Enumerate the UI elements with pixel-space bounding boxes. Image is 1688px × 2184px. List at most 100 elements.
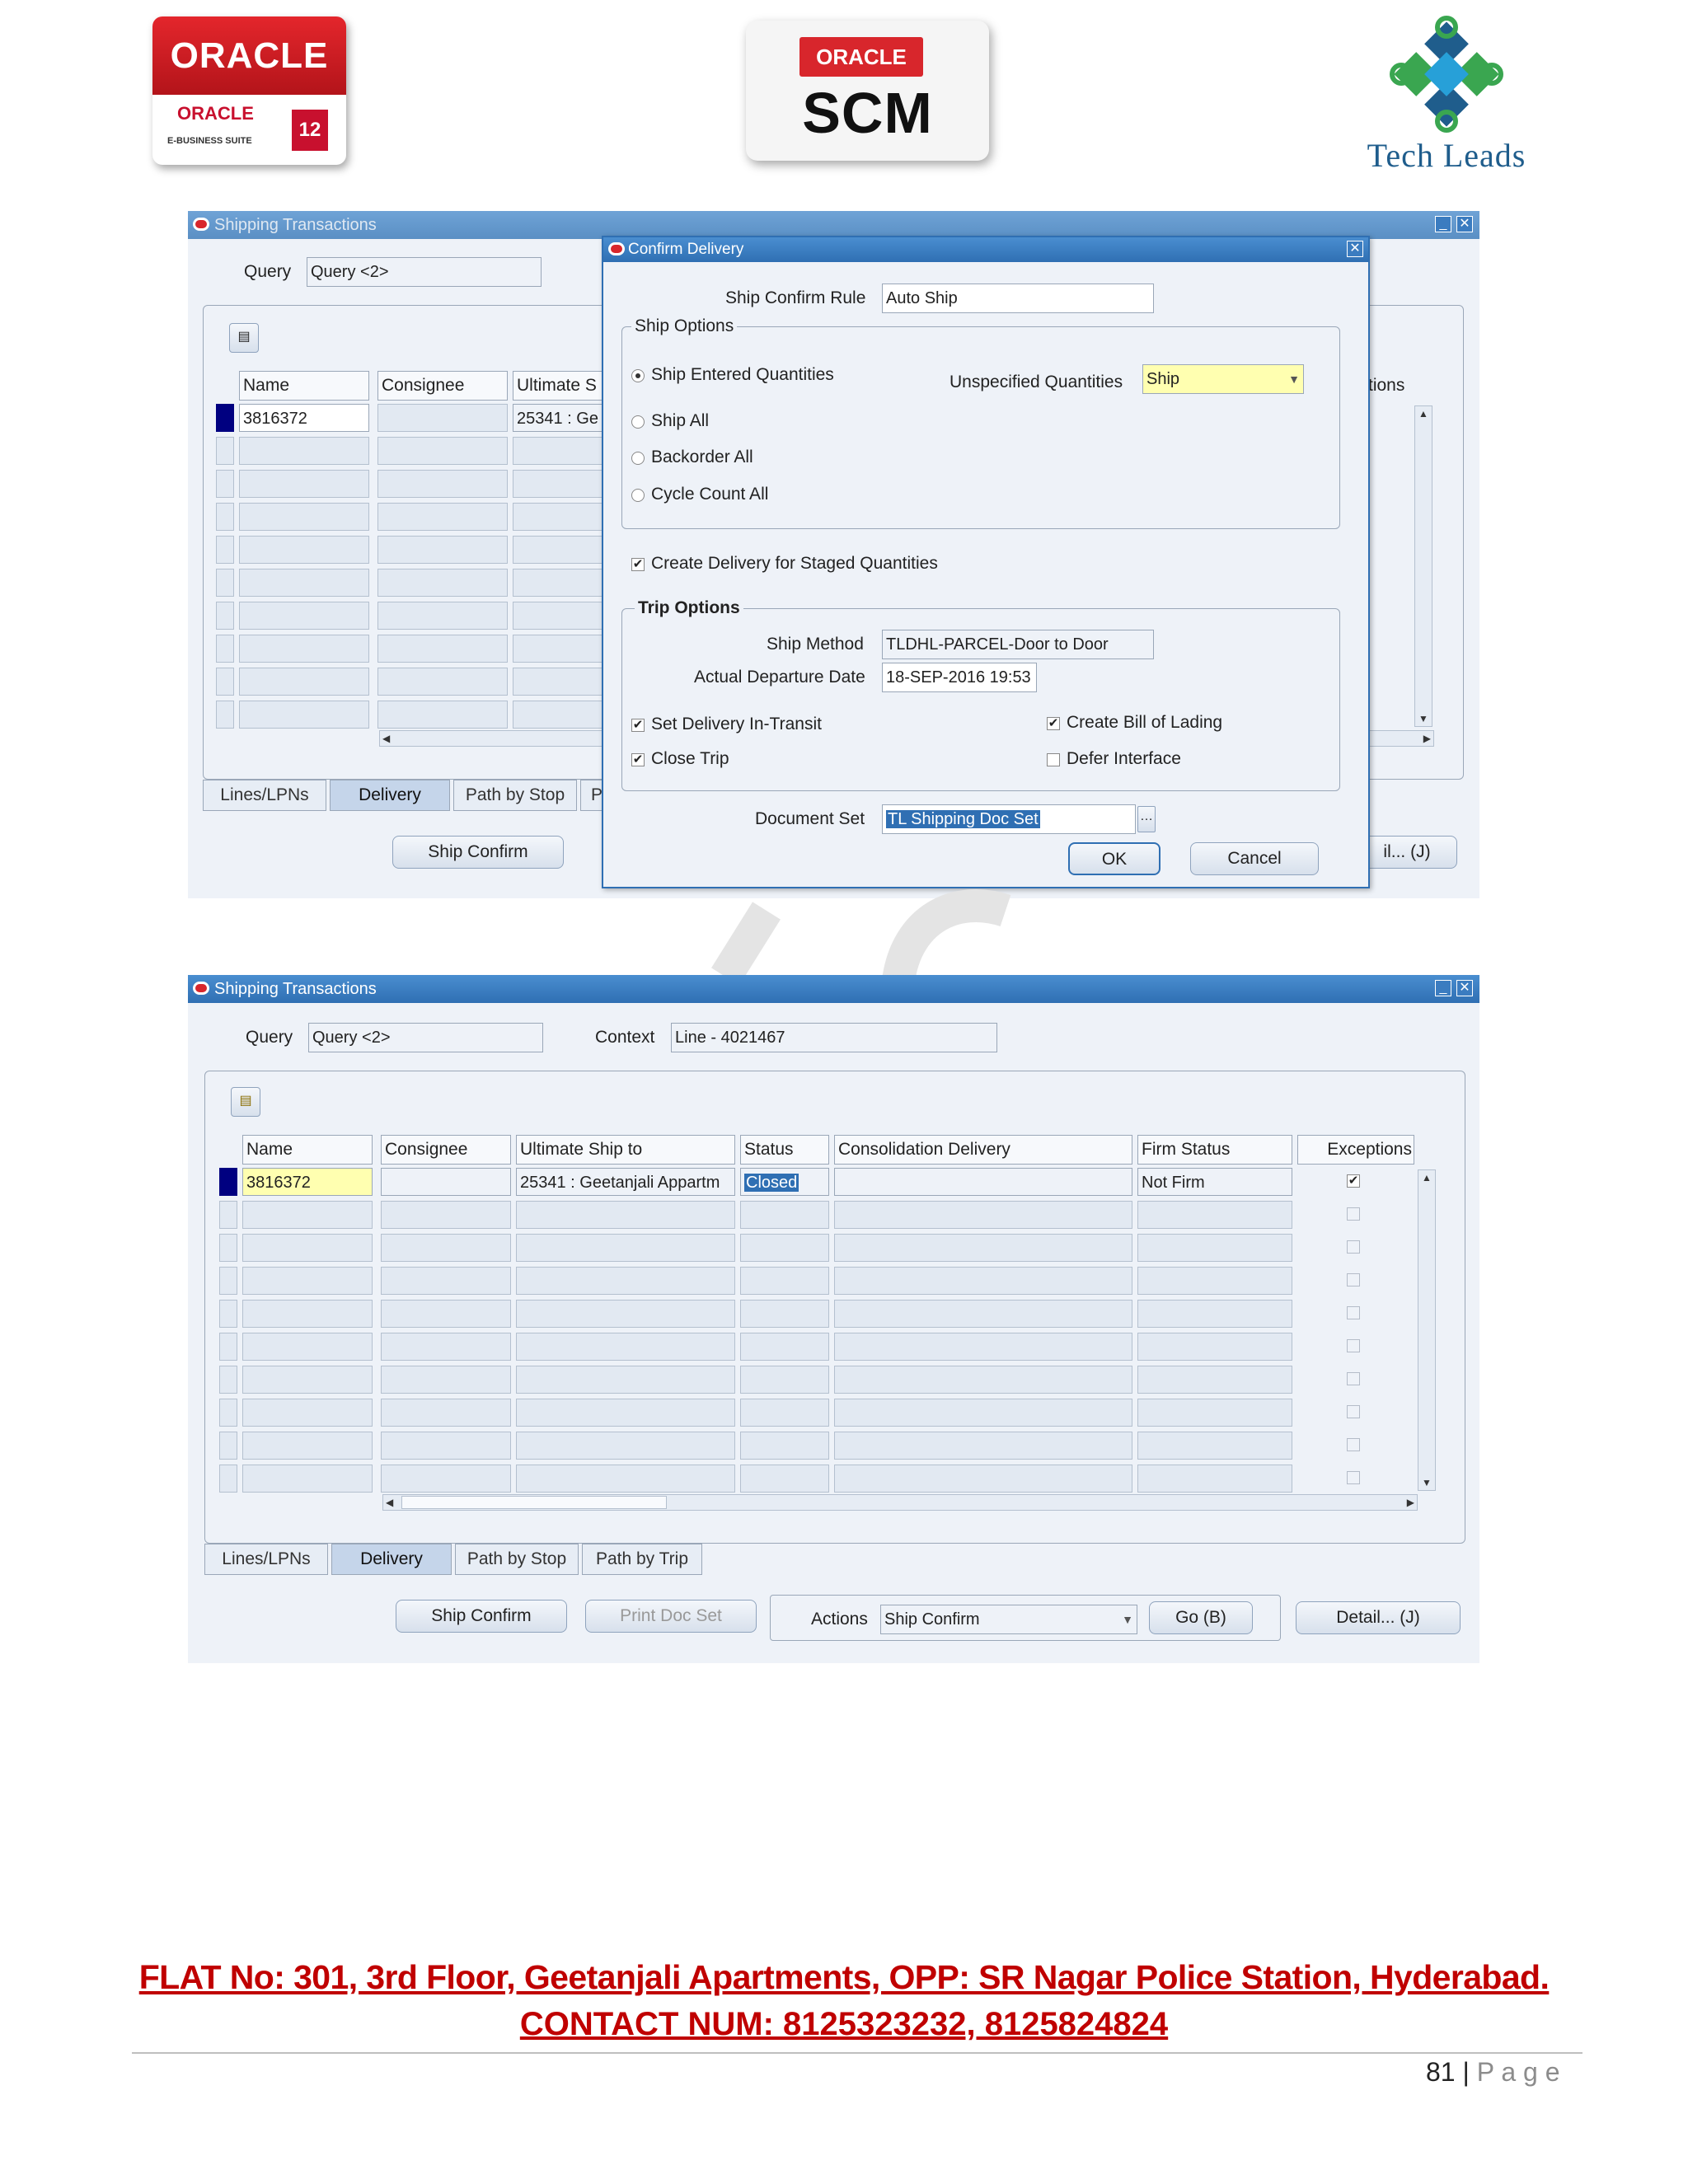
table-cell[interactable] bbox=[239, 536, 369, 564]
table-cell[interactable] bbox=[834, 1366, 1132, 1394]
table-cell[interactable] bbox=[239, 635, 369, 663]
horizontal-scrollbar[interactable]: ◀ ▶ bbox=[382, 1494, 1418, 1511]
ship-confirm-rule-field[interactable]: Auto Ship bbox=[882, 284, 1154, 313]
table-cell[interactable] bbox=[381, 1333, 511, 1361]
table-cell[interactable] bbox=[834, 1234, 1132, 1262]
tab-delivery[interactable]: Delivery bbox=[331, 1544, 452, 1575]
table-cell[interactable] bbox=[381, 1399, 511, 1427]
exceptions-checkbox[interactable] bbox=[1347, 1471, 1360, 1484]
table-cell[interactable] bbox=[239, 701, 369, 729]
table-cell[interactable] bbox=[377, 569, 508, 597]
radio-cycle-count-all[interactable] bbox=[631, 489, 645, 502]
table-cell[interactable] bbox=[834, 1267, 1132, 1295]
close-icon[interactable]: ✕ bbox=[1456, 216, 1473, 232]
table-cell[interactable] bbox=[239, 503, 369, 531]
current-record-indicator[interactable] bbox=[219, 1168, 237, 1196]
scroll-left-icon[interactable]: ◀ bbox=[386, 1497, 393, 1508]
detail-button[interactable]: Detail... (J) bbox=[1296, 1601, 1461, 1634]
actions-select[interactable]: Ship Confirm ▼ bbox=[880, 1605, 1137, 1634]
table-cell[interactable] bbox=[1137, 1465, 1292, 1493]
record-indicator[interactable] bbox=[219, 1432, 237, 1460]
row1-ultimate[interactable]: 25341 : Geetanjali Appartm bbox=[516, 1168, 735, 1196]
scroll-up-icon[interactable]: ▲ bbox=[1422, 1172, 1432, 1183]
table-cell[interactable] bbox=[377, 470, 508, 498]
table-cell[interactable] bbox=[834, 1300, 1132, 1328]
table-cell[interactable] bbox=[381, 1300, 511, 1328]
table-cell[interactable] bbox=[834, 1432, 1132, 1460]
table-cell[interactable] bbox=[239, 668, 369, 696]
table-cell[interactable] bbox=[381, 1366, 511, 1394]
table-cell[interactable] bbox=[516, 1432, 735, 1460]
horizontal-scrollbar-end[interactable]: ▶ bbox=[1367, 730, 1434, 747]
record-indicator[interactable] bbox=[216, 602, 234, 630]
scroll-left-icon[interactable]: ◀ bbox=[382, 733, 390, 744]
table-cell[interactable] bbox=[242, 1234, 373, 1262]
query-field[interactable]: Query <2> bbox=[308, 1023, 543, 1052]
tab-lines-lpns[interactable]: Lines/LPNs bbox=[203, 780, 326, 811]
table-cell[interactable] bbox=[1137, 1333, 1292, 1361]
table-cell[interactable] bbox=[377, 437, 508, 465]
table-cell[interactable] bbox=[740, 1333, 829, 1361]
radio-backorder-all[interactable] bbox=[631, 452, 645, 465]
vertical-scrollbar[interactable]: ▲ ▼ bbox=[1414, 405, 1432, 727]
record-indicator[interactable] bbox=[219, 1267, 237, 1295]
record-indicator[interactable] bbox=[216, 503, 234, 531]
table-cell[interactable] bbox=[381, 1267, 511, 1295]
table-cell[interactable] bbox=[740, 1234, 829, 1262]
table-cell[interactable] bbox=[381, 1234, 511, 1262]
table-cell[interactable] bbox=[377, 668, 508, 696]
record-indicator[interactable] bbox=[219, 1366, 237, 1394]
table-cell[interactable] bbox=[513, 668, 612, 696]
table-cell[interactable] bbox=[242, 1333, 373, 1361]
table-cell[interactable] bbox=[381, 1465, 511, 1493]
record-indicator[interactable] bbox=[219, 1333, 237, 1361]
table-cell[interactable] bbox=[513, 536, 612, 564]
exceptions-checkbox[interactable] bbox=[1347, 1240, 1360, 1254]
record-indicator[interactable] bbox=[216, 470, 234, 498]
open-folder-icon[interactable]: ▤ bbox=[231, 1087, 260, 1117]
table-cell[interactable] bbox=[242, 1432, 373, 1460]
radio-ship-entered[interactable] bbox=[631, 369, 645, 382]
record-indicator[interactable] bbox=[219, 1399, 237, 1427]
table-cell[interactable] bbox=[1137, 1366, 1292, 1394]
table-cell[interactable] bbox=[239, 602, 369, 630]
ok-button[interactable]: OK bbox=[1068, 842, 1160, 875]
table-cell[interactable] bbox=[381, 1432, 511, 1460]
table-cell[interactable] bbox=[513, 470, 612, 498]
print-doc-set-button[interactable]: Print Doc Set bbox=[585, 1600, 757, 1633]
current-record-indicator[interactable] bbox=[216, 404, 234, 432]
table-cell[interactable] bbox=[242, 1366, 373, 1394]
vertical-scrollbar[interactable]: ▲ ▼ bbox=[1418, 1169, 1436, 1491]
table-cell[interactable] bbox=[834, 1465, 1132, 1493]
row1-firm-status[interactable]: Not Firm bbox=[1137, 1168, 1292, 1196]
table-cell[interactable] bbox=[1137, 1267, 1292, 1295]
record-indicator[interactable] bbox=[219, 1300, 237, 1328]
table-cell[interactable] bbox=[381, 1201, 511, 1229]
record-indicator[interactable] bbox=[219, 1234, 237, 1262]
table-cell[interactable] bbox=[516, 1300, 735, 1328]
table-cell[interactable] bbox=[239, 437, 369, 465]
row1-name[interactable]: 3816372 bbox=[242, 1168, 373, 1196]
table-cell[interactable] bbox=[513, 503, 612, 531]
scroll-right-icon[interactable]: ▶ bbox=[1407, 1497, 1414, 1508]
go-button[interactable]: Go (B) bbox=[1149, 1601, 1253, 1634]
defer-interface-checkbox[interactable] bbox=[1047, 753, 1060, 766]
table-cell[interactable] bbox=[239, 569, 369, 597]
exceptions-checkbox[interactable] bbox=[1347, 1339, 1360, 1352]
scroll-thumb[interactable] bbox=[401, 1496, 667, 1509]
open-folder-icon[interactable]: ▤ bbox=[229, 323, 259, 353]
chevron-down-icon[interactable]: ▼ bbox=[1288, 365, 1300, 393]
table-cell[interactable] bbox=[740, 1366, 829, 1394]
create-delivery-staged-checkbox[interactable]: ✔ bbox=[631, 558, 645, 571]
table-cell[interactable] bbox=[1137, 1300, 1292, 1328]
detail-button[interactable]: il... (J) bbox=[1357, 836, 1457, 869]
table-cell[interactable] bbox=[242, 1201, 373, 1229]
ship-confirm-button[interactable]: Ship Confirm bbox=[392, 836, 564, 869]
row1-exceptions-checkbox[interactable]: ✔ bbox=[1347, 1174, 1360, 1188]
table-cell[interactable] bbox=[516, 1465, 735, 1493]
close-trip-checkbox[interactable]: ✔ bbox=[631, 753, 645, 766]
table-cell[interactable] bbox=[516, 1333, 735, 1361]
row1-consolidation[interactable] bbox=[834, 1168, 1132, 1196]
table-cell[interactable] bbox=[740, 1201, 829, 1229]
table-cell[interactable] bbox=[242, 1465, 373, 1493]
